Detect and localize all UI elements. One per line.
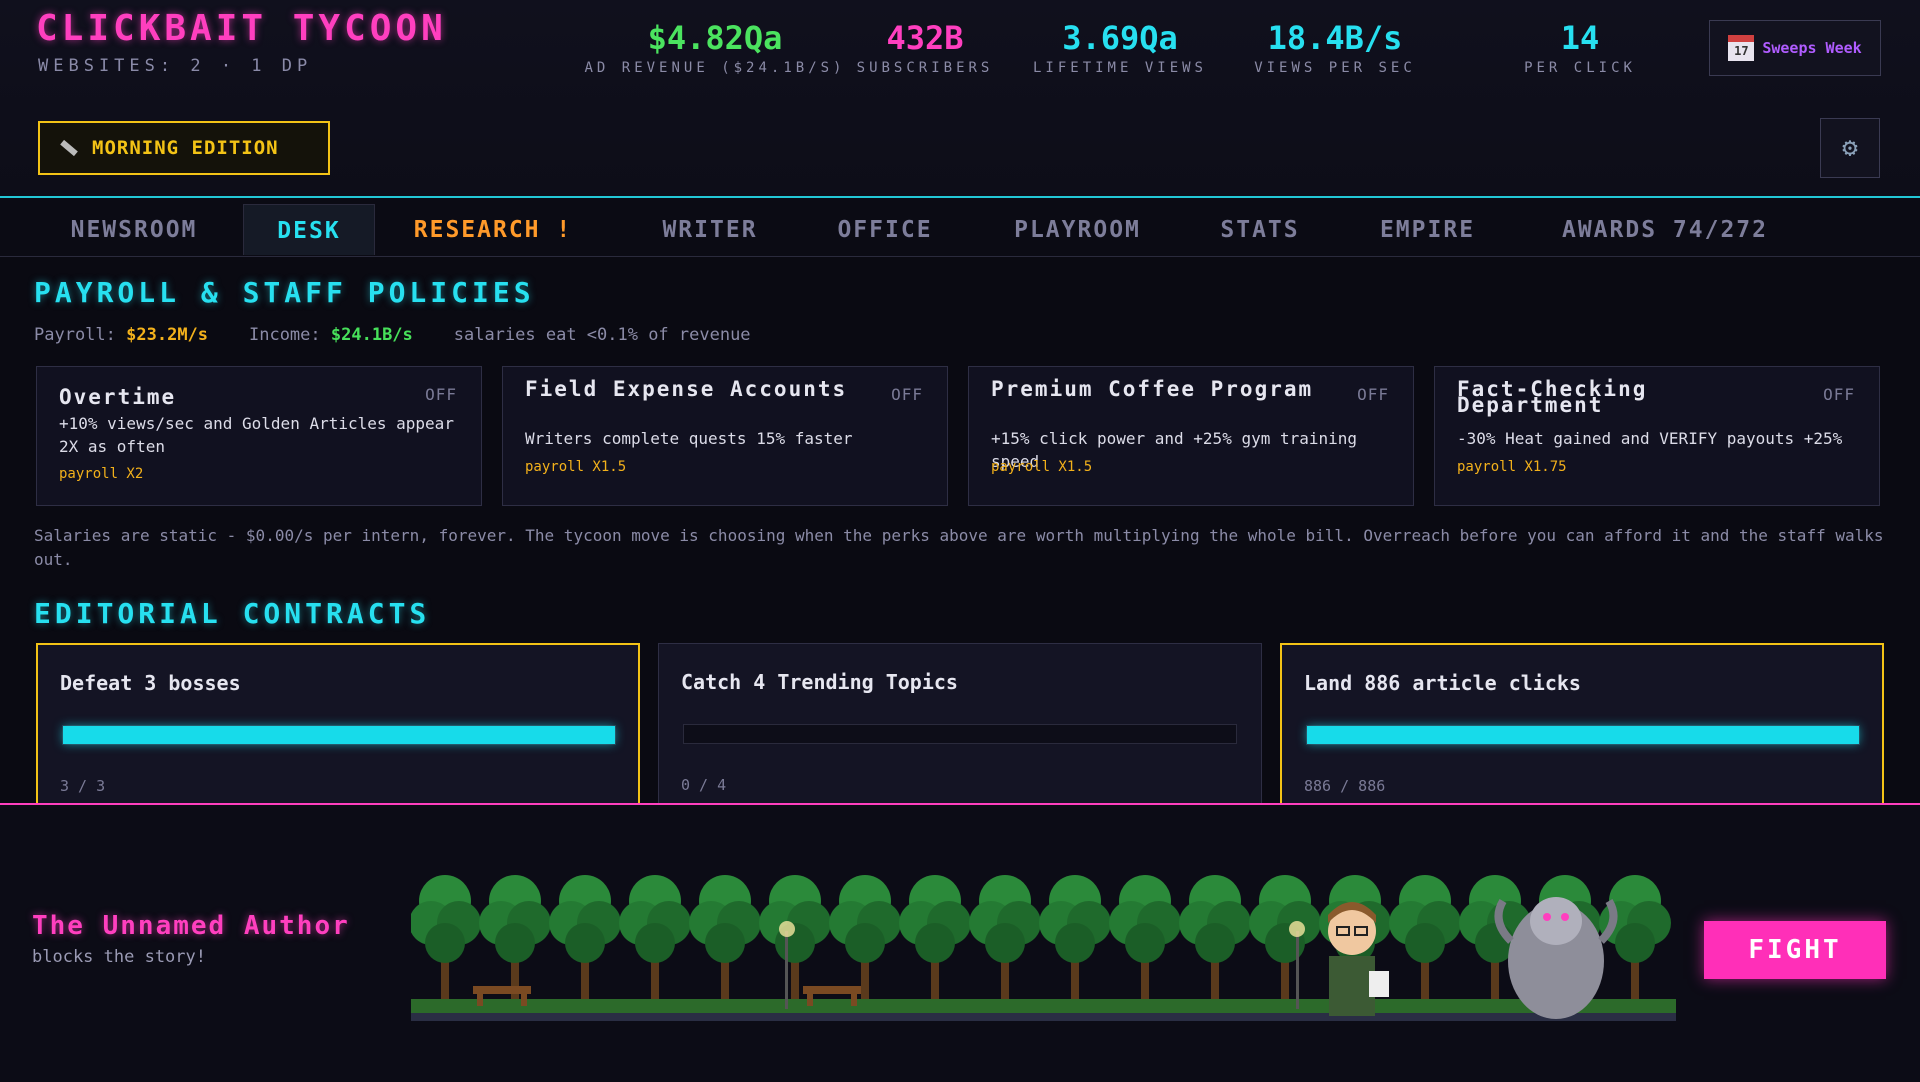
policy-name: Overtime bbox=[59, 385, 177, 409]
payroll-label: Payroll: bbox=[34, 325, 116, 345]
policy-name: Premium Coffee Program bbox=[991, 377, 1314, 401]
tab-newsroom[interactable]: NEWSROOM bbox=[40, 204, 228, 254]
stat-label: SUBSCRIBERS bbox=[856, 60, 994, 76]
boss-panel: The Unnamed Author blocks the story! FIG… bbox=[0, 803, 1920, 1082]
payroll-value: $23.2M/s bbox=[126, 325, 209, 345]
policy-status: OFF bbox=[425, 385, 457, 404]
boss-subtitle: blocks the story! bbox=[32, 947, 206, 967]
contract-progress-bar bbox=[1306, 725, 1860, 745]
contract-title: Catch 4 Trending Topics bbox=[681, 670, 958, 694]
contract-progress-fill bbox=[1307, 726, 1859, 744]
pencil-icon bbox=[60, 139, 78, 157]
calendar-icon: 17 bbox=[1728, 35, 1755, 61]
stat-label: PER CLICK bbox=[1524, 60, 1636, 76]
payroll-section-title: PAYROLL & STAFF POLICIES bbox=[34, 276, 535, 309]
policy-card-overtime[interactable]: Overtime OFF +10% views/sec and Golden A… bbox=[36, 366, 482, 506]
grass bbox=[411, 999, 1676, 1013]
park-scene bbox=[411, 861, 1676, 1041]
policy-multiplier: payroll X1.5 bbox=[991, 459, 1093, 475]
settings-button[interactable]: ⚙ bbox=[1820, 118, 1880, 178]
salary-ratio: salaries eat <0.1% of revenue bbox=[453, 325, 751, 345]
contract-card[interactable]: Land 886 article clicks 886 / 886 bbox=[1280, 643, 1884, 803]
stat-lifetime-views: 3.69Qa LIFETIME VIEWS bbox=[1030, 18, 1210, 76]
policy-card-fact-checking[interactable]: Fact-Checking Department OFF -30% Heat g… bbox=[1434, 366, 1880, 506]
stat-value: 3.69Qa bbox=[1062, 19, 1178, 57]
income-value: $24.1B/s bbox=[330, 325, 413, 345]
tab-stats[interactable]: STATS bbox=[1200, 204, 1320, 254]
policy-status: OFF bbox=[891, 385, 923, 404]
tab-writer[interactable]: WRITER bbox=[640, 204, 780, 254]
policy-status: OFF bbox=[1357, 385, 1389, 404]
stat-value: 14 bbox=[1560, 19, 1600, 57]
stat-label: LIFETIME VIEWS bbox=[1032, 60, 1207, 76]
payroll-summary: Payroll: $23.2M/s Income: $24.1B/s salar… bbox=[34, 325, 751, 345]
payroll-note: Salaries are static - $0.00/s per intern… bbox=[34, 526, 1884, 569]
gear-icon: ⚙ bbox=[1842, 133, 1858, 163]
contracts-section-title: EDITORIAL CONTRACTS bbox=[34, 597, 431, 630]
fight-button[interactable]: FIGHT bbox=[1704, 921, 1886, 979]
sweeps-week-button[interactable]: 17 Sweeps Week bbox=[1709, 20, 1881, 76]
edition-label: MORNING EDITION bbox=[92, 137, 279, 159]
contract-progress-bar bbox=[683, 724, 1237, 744]
policy-desc: -30% Heat gained and VERIFY payouts +25% bbox=[1457, 429, 1843, 448]
contract-progress-text: 886 / 886 bbox=[1304, 777, 1386, 795]
policy-name: Fact-Checking Department bbox=[1457, 377, 1648, 417]
stat-subscribers: 432B SUBSCRIBERS bbox=[850, 18, 1000, 76]
contract-progress-text: 3 / 3 bbox=[60, 777, 106, 795]
policy-name: Field Expense Accounts bbox=[525, 377, 848, 401]
contract-title: Defeat 3 bosses bbox=[60, 671, 241, 695]
stat-value: 432B bbox=[886, 19, 964, 57]
tab-playroom[interactable]: PLAYROOM bbox=[990, 204, 1165, 254]
game-title: CLICKBAIT TYCOON bbox=[36, 8, 447, 49]
stat-per-click: 14 PER CLICK bbox=[1510, 18, 1650, 76]
tab-desk[interactable]: DESK bbox=[243, 204, 375, 255]
main-tabs: NEWSROOM DESK RESEARCH ! WRITER OFFICE P… bbox=[0, 198, 1920, 257]
policy-card-field-expense[interactable]: Field Expense Accounts OFF Writers compl… bbox=[502, 366, 948, 506]
policy-multiplier: payroll X1.75 bbox=[1457, 459, 1567, 475]
policy-multiplier: payroll X2 bbox=[59, 466, 144, 482]
stat-value: 18.4B/s bbox=[1267, 19, 1403, 57]
contract-progress-bar bbox=[62, 725, 616, 745]
policy-desc: Writers complete quests 15% faster bbox=[525, 429, 853, 448]
top-header: CLICKBAIT TYCOON WEBSITES: 2 · 1 DP $4.8… bbox=[0, 0, 1920, 198]
contract-title: Land 886 article clicks bbox=[1304, 671, 1581, 695]
tab-office[interactable]: OFFICE bbox=[815, 204, 955, 254]
path bbox=[411, 1013, 1676, 1021]
contract-card[interactable]: Catch 4 Trending Topics 0 / 4 bbox=[658, 643, 1262, 803]
policy-multiplier: payroll X1.5 bbox=[525, 459, 627, 475]
tab-research[interactable]: RESEARCH ! bbox=[398, 204, 588, 254]
policy-card-premium-coffee[interactable]: Premium Coffee Program OFF +15% click po… bbox=[968, 366, 1414, 506]
contract-progress-text: 0 / 4 bbox=[681, 776, 727, 794]
stat-views-per-sec: 18.4B/s VIEWS PER SEC bbox=[1250, 18, 1420, 76]
websites-count: WEBSITES: 2 · 1 DP bbox=[38, 56, 313, 76]
policy-status: OFF bbox=[1823, 385, 1855, 404]
contract-progress-fill bbox=[63, 726, 615, 744]
contract-card[interactable]: Defeat 3 bosses 3 / 3 bbox=[36, 643, 640, 803]
tab-awards[interactable]: AWARDS 74/272 bbox=[1540, 204, 1790, 254]
boss-name: The Unnamed Author bbox=[32, 911, 350, 941]
policy-desc: +10% views/sec and Golden Articles appea… bbox=[59, 414, 454, 456]
income-label: Income: bbox=[248, 325, 321, 345]
stat-label: VIEWS PER SEC bbox=[1254, 60, 1416, 76]
sweeps-week-label: Sweeps Week bbox=[1762, 39, 1862, 57]
tab-empire[interactable]: EMPIRE bbox=[1360, 204, 1495, 254]
morning-edition-button[interactable]: MORNING EDITION bbox=[38, 121, 330, 175]
